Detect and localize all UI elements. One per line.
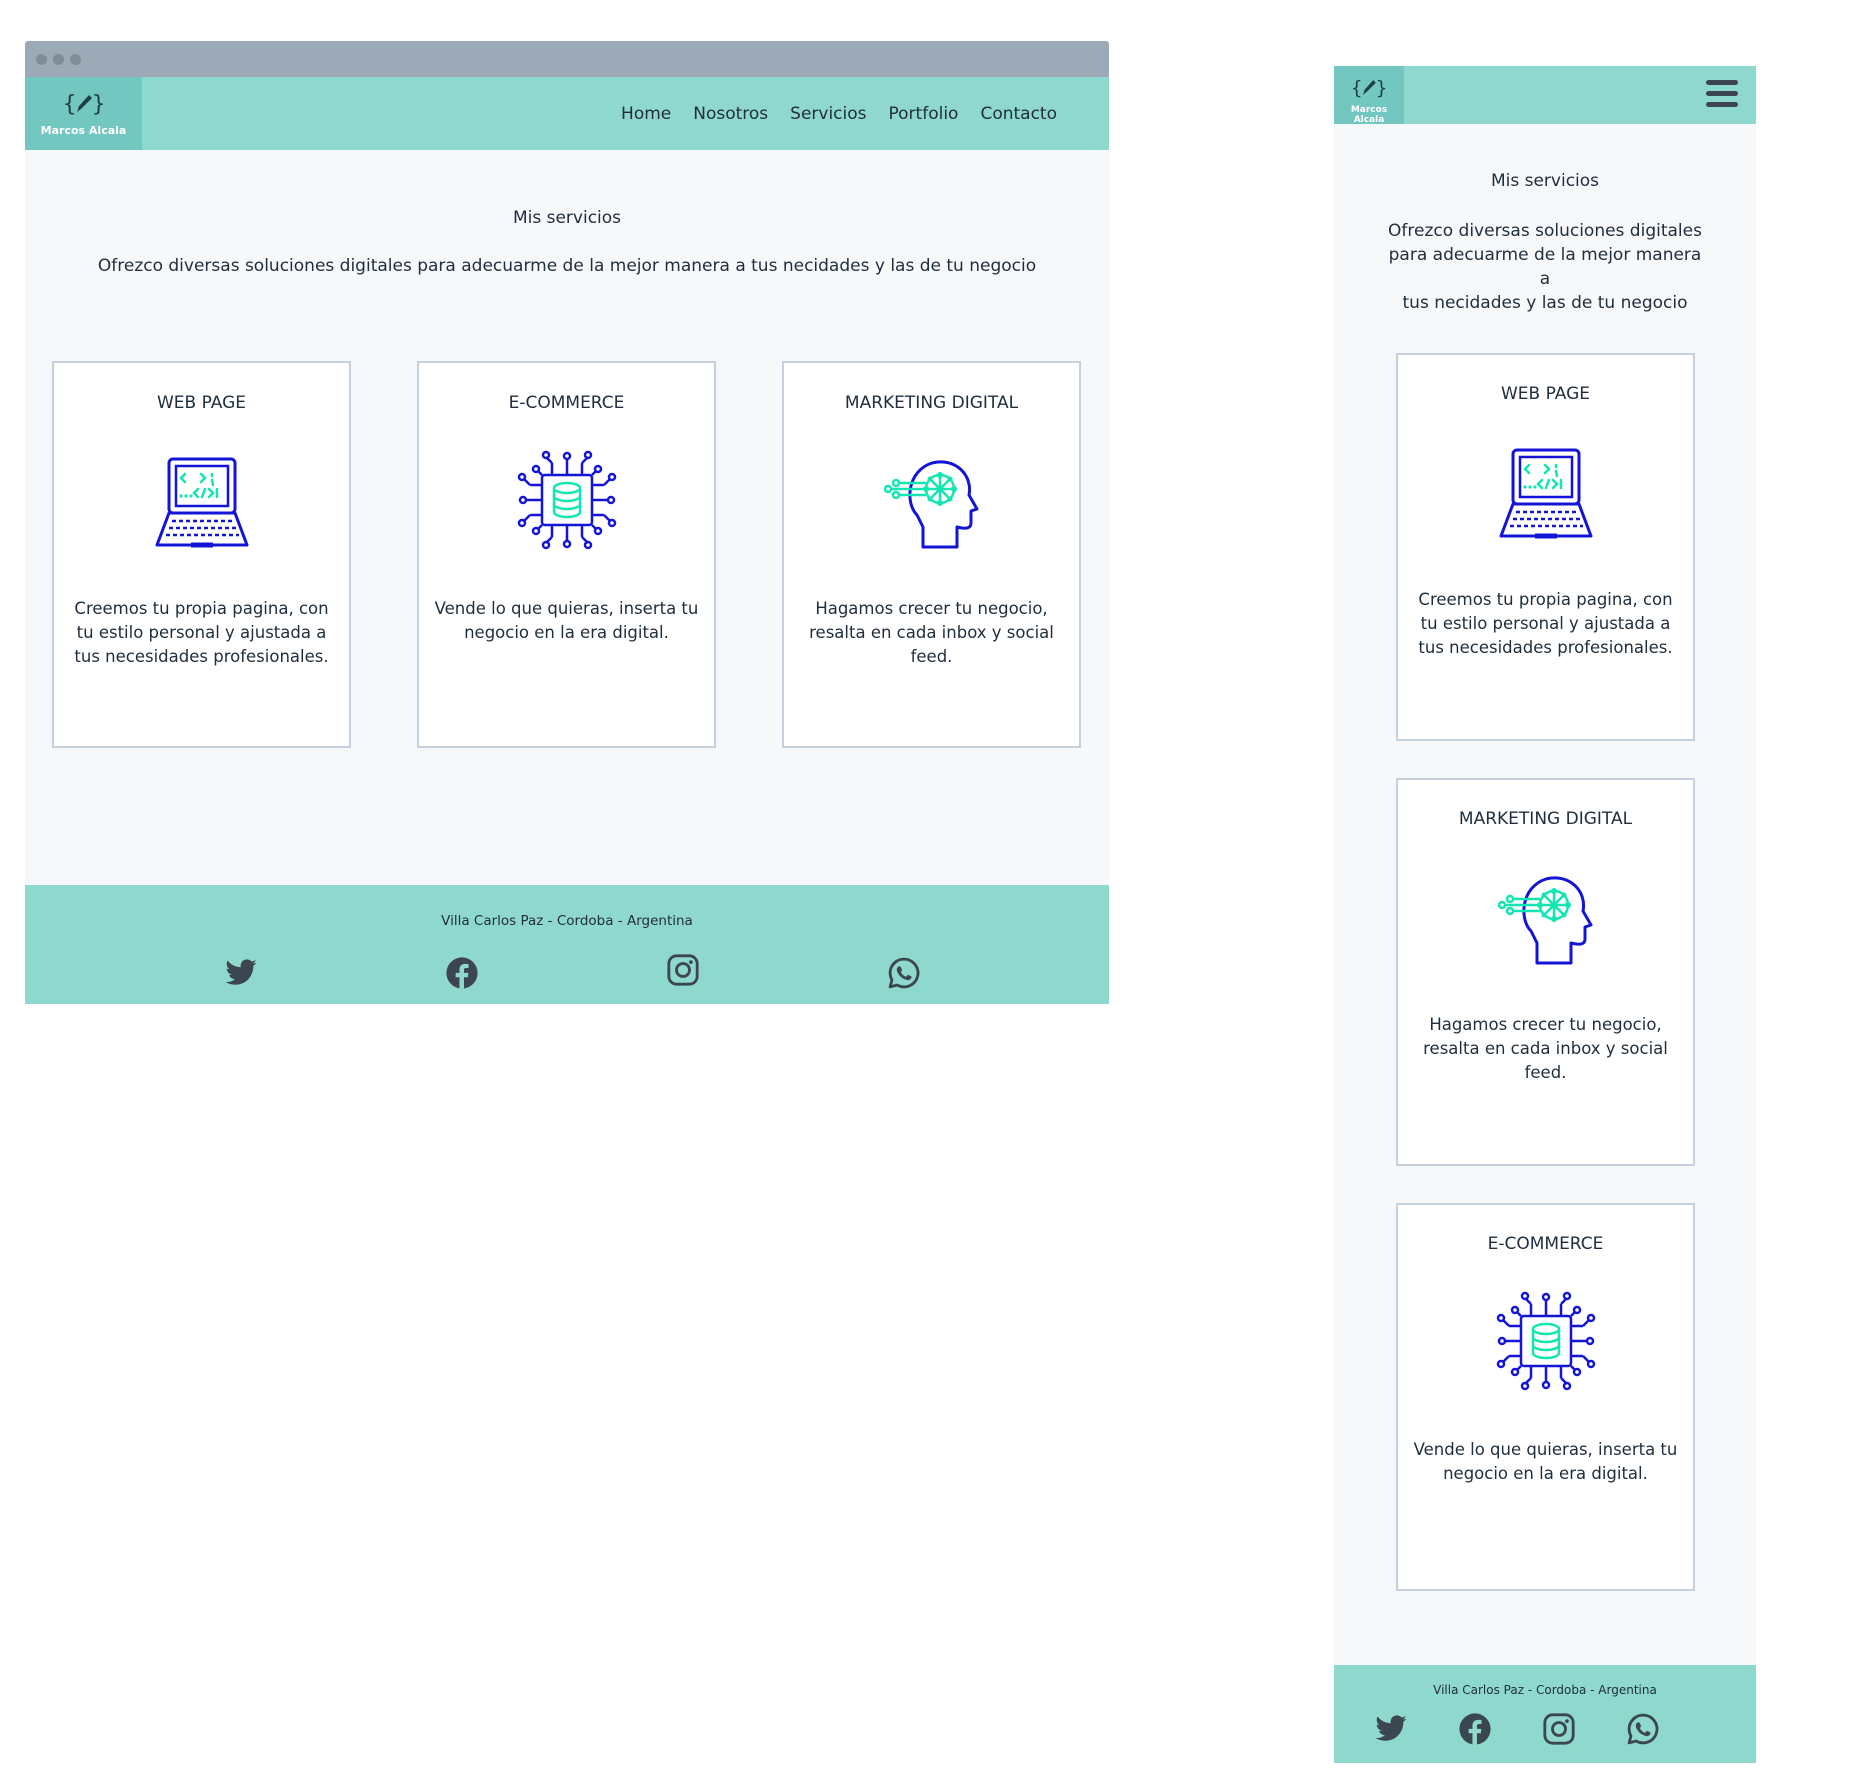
footer-address: Villa Carlos Paz - Cordoba - Argentina: [1433, 1683, 1657, 1697]
instagram-icon[interactable]: [666, 953, 700, 987]
footer-address: Villa Carlos Paz - Cordoba - Argentina: [441, 913, 693, 929]
whatsapp-icon[interactable]: [887, 956, 921, 990]
twitter-icon[interactable]: [224, 956, 258, 990]
service-card-web: WEB PAGE Creemos tu propia pagina, con t…: [52, 361, 351, 748]
card-title: WEB PAGE: [156, 393, 247, 413]
intro-line: tus necidades y las de tu negocio: [1402, 293, 1688, 313]
facebook-icon[interactable]: [445, 956, 479, 990]
intro-line: para adecuarme de la mejor manera a: [1388, 245, 1702, 289]
pencil-braces-icon: [62, 89, 106, 117]
card-text: Creemos tu propia pagina, con tu estilo …: [1418, 590, 1673, 657]
logo[interactable]: Marcos Alcala: [1334, 66, 1404, 125]
card-text: Vende lo que quieras, inserta tu negocio…: [434, 599, 699, 642]
card-title: MARKETING DIGITAL: [844, 393, 1019, 413]
nav-portfolio[interactable]: Portfolio: [889, 104, 959, 124]
footer: Villa Carlos Paz - Cordoba - Argentina: [25, 885, 1109, 1004]
facebook-icon[interactable]: [1458, 1712, 1492, 1746]
instagram-icon[interactable]: [1542, 1712, 1576, 1746]
twitter-icon[interactable]: [1374, 1712, 1408, 1746]
nav-contacto[interactable]: Contacto: [980, 104, 1057, 124]
pencil-braces-icon: [1350, 75, 1388, 99]
nav-menu: Home Nosotros Servicios Portfolio Contac…: [621, 77, 1057, 150]
logo-name: Marcos Alcala: [40, 124, 127, 137]
card-title: MARKETING DIGITAL: [1458, 809, 1633, 829]
whatsapp-icon[interactable]: [1626, 1712, 1660, 1746]
nav-nosotros[interactable]: Nosotros: [693, 104, 768, 124]
nav-servicios[interactable]: Servicios: [790, 104, 866, 124]
section-title: Mis servicios: [512, 208, 622, 228]
card-title: WEB PAGE: [1500, 384, 1591, 404]
database-circuit-icon: [1491, 1286, 1601, 1396]
navbar: Marcos Alcala Home Nosotros Servicios Po…: [25, 77, 1109, 150]
nav-home[interactable]: Home: [621, 104, 671, 124]
card-text: Hagamos crecer tu negocio, resalta en ca…: [1423, 1015, 1668, 1082]
laptop-code-icon: [1491, 436, 1601, 546]
window-minimize-dot[interactable]: [53, 54, 64, 65]
service-card-marketing: MARKETING DIGITAL Hagamos crecer tu nego…: [1396, 778, 1695, 1166]
navbar-mobile: Marcos Alcala: [1334, 66, 1756, 125]
desktop-preview: Marcos Alcala Home Nosotros Servicios Po…: [25, 41, 1109, 1004]
section-intro: Ofrezco diversas soluciones digitales pa…: [1384, 219, 1706, 315]
window-maximize-dot[interactable]: [70, 54, 81, 65]
card-title: E-COMMERCE: [508, 393, 625, 413]
database-circuit-icon: [512, 445, 622, 555]
service-card-marketing: MARKETING DIGITAL Hagamos crecer tu nego…: [782, 361, 1081, 748]
window-close-dot[interactable]: [36, 54, 47, 65]
section-title: Mis servicios: [1490, 171, 1600, 191]
logo-name: Marcos Alcala: [1350, 105, 1388, 125]
laptop-code-icon: [147, 445, 257, 555]
services-section: Mis servicios Ofrezco diversas solucione…: [25, 150, 1109, 885]
card-text: Vende lo que quieras, inserta tu negocio…: [1413, 1440, 1678, 1483]
card-text: Hagamos crecer tu negocio, resalta en ca…: [809, 599, 1054, 666]
head-network-icon: [877, 445, 987, 555]
footer-mobile: Villa Carlos Paz - Cordoba - Argentina: [1334, 1665, 1756, 1763]
service-card-ecommerce: E-COMMERCE Vende lo que quieras, inserta…: [1396, 1203, 1695, 1591]
section-intro: Ofrezco diversas soluciones digitales pa…: [97, 256, 1037, 276]
service-card-ecommerce: E-COMMERCE Vende lo que quieras, inserta…: [417, 361, 716, 748]
head-network-icon: [1491, 861, 1601, 971]
card-text: Creemos tu propia pagina, con tu estilo …: [74, 599, 329, 666]
browser-titlebar: [25, 41, 1109, 77]
intro-line: Ofrezco diversas soluciones digitales: [1388, 221, 1702, 241]
mobile-preview: Marcos Alcala Mis servicios Ofrezco dive…: [1334, 66, 1756, 1763]
services-section-mobile: Mis servicios Ofrezco diversas solucione…: [1334, 124, 1756, 1665]
logo[interactable]: Marcos Alcala: [25, 77, 142, 150]
card-title: E-COMMERCE: [1487, 1234, 1604, 1254]
hamburger-menu-icon[interactable]: [1706, 80, 1738, 108]
service-card-web: WEB PAGE Creemos tu propia pagina, con t…: [1396, 353, 1695, 741]
